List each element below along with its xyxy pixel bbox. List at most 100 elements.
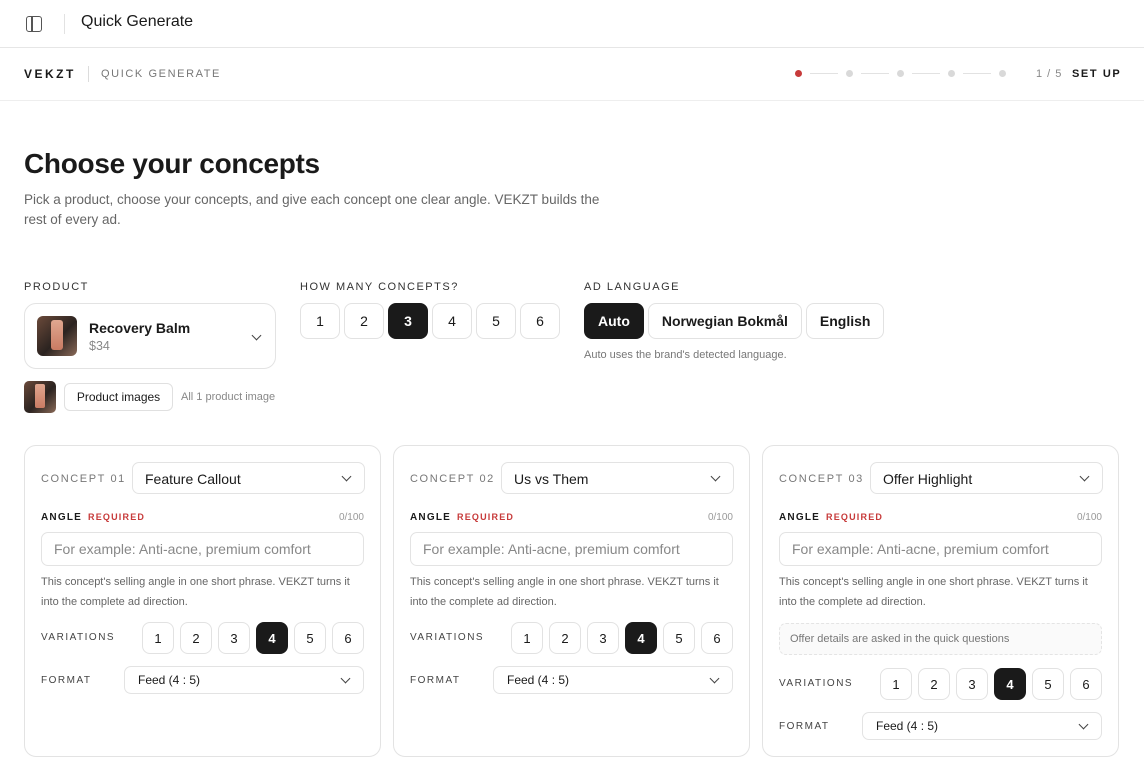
step-connector — [963, 73, 991, 74]
concept-type-select[interactable]: Feature Callout — [132, 462, 365, 494]
variations-label: VARIATIONS — [410, 632, 485, 643]
concept-card-3: CONCEPT 03 Offer Highlight ANGLE REQUIRED… — [762, 445, 1119, 757]
ad-language-note: Auto uses the brand's detected language. — [584, 349, 787, 361]
variation-option[interactable]: 6 — [332, 622, 364, 654]
variation-option[interactable]: 1 — [142, 622, 174, 654]
concept-card-1: CONCEPT 01 Feature Callout ANGLE REQUIRED… — [24, 445, 381, 757]
variation-option[interactable]: 2 — [918, 668, 950, 700]
variation-option[interactable]: 2 — [549, 622, 581, 654]
concept-count-option[interactable]: 1 — [300, 303, 340, 339]
chevron-down-icon — [340, 673, 351, 684]
product-name: Recovery Balm — [89, 320, 191, 336]
chevron-down-icon — [709, 673, 720, 684]
required-badge: REQUIRED — [457, 512, 515, 522]
variation-option-selected[interactable]: 4 — [256, 622, 288, 654]
angle-help-text: This concept's selling angle in one shor… — [41, 576, 350, 608]
divider — [88, 66, 89, 82]
variation-option[interactable]: 1 — [511, 622, 543, 654]
char-count: 0/100 — [1076, 512, 1102, 523]
product-images-note: All 1 product image — [181, 391, 276, 403]
variations-selector: 1 2 3 4 5 6 — [880, 668, 1102, 700]
step-connector — [861, 73, 889, 74]
window-title: Quick Generate — [81, 13, 194, 30]
angle-label-text: ANGLE — [410, 512, 451, 523]
product-thumbnail — [37, 316, 77, 356]
format-label: FORMAT — [410, 675, 461, 686]
language-option-english[interactable]: English — [805, 303, 885, 339]
required-badge: REQUIRED — [826, 512, 884, 522]
step-label: SET UP — [1072, 68, 1122, 80]
required-badge: REQUIRED — [88, 512, 146, 522]
product-select[interactable]: Recovery Balm $34 — [24, 303, 276, 369]
language-option-auto[interactable]: Auto — [584, 303, 644, 339]
chevron-down-icon — [251, 330, 262, 341]
concept-count-option-selected[interactable]: 3 — [388, 303, 428, 339]
angle-label-text: ANGLE — [41, 512, 82, 523]
step-counter: 1 / 5 — [1036, 68, 1063, 80]
angle-label: ANGLE REQUIRED — [410, 512, 514, 523]
format-label: FORMAT — [779, 721, 830, 732]
format-select[interactable]: Feed (4 : 5) — [124, 666, 364, 694]
chevron-down-icon — [710, 471, 721, 482]
chevron-down-icon — [1079, 471, 1090, 482]
angle-label-text: ANGLE — [779, 512, 820, 523]
variation-option[interactable]: 5 — [663, 622, 695, 654]
product-label: PRODUCT — [24, 281, 89, 293]
concept-number: CONCEPT 02 — [410, 473, 495, 485]
ad-language-label: AD LANGUAGE — [584, 281, 680, 293]
angle-help-text: This concept's selling angle in one shor… — [779, 576, 1088, 608]
product-image-thumbnail[interactable] — [24, 381, 56, 413]
variation-option[interactable]: 6 — [701, 622, 733, 654]
ad-language-selector: Auto Norwegian Bokmål English — [584, 303, 885, 339]
chevron-down-icon — [1078, 719, 1089, 730]
variations-selector: 1 2 3 4 5 6 — [142, 622, 364, 654]
concept-type-value: Feature Callout — [145, 471, 241, 487]
brand-logo: VEKZT — [24, 67, 76, 81]
section-name: QUICK GENERATE — [101, 68, 221, 80]
angle-label: ANGLE REQUIRED — [779, 512, 883, 523]
variation-option[interactable]: 5 — [1032, 668, 1064, 700]
angle-input[interactable] — [779, 532, 1102, 566]
format-label: FORMAT — [41, 675, 92, 686]
step-dot-3 — [897, 70, 904, 77]
angle-input[interactable] — [410, 532, 733, 566]
step-progress — [795, 70, 1006, 77]
step-dot-5 — [999, 70, 1006, 77]
variation-option[interactable]: 1 — [880, 668, 912, 700]
concept-count-label: HOW MANY CONCEPTS? — [300, 281, 459, 293]
angle-input[interactable] — [41, 532, 364, 566]
variation-option[interactable]: 5 — [294, 622, 326, 654]
product-images-button[interactable]: Product images — [64, 383, 173, 411]
page-description: Pick a product, choose your concepts, an… — [24, 192, 600, 227]
page-title: Choose your concepts — [24, 148, 320, 179]
variation-option[interactable]: 3 — [956, 668, 988, 700]
concept-number: CONCEPT 03 — [779, 473, 864, 485]
concept-count-option[interactable]: 2 — [344, 303, 384, 339]
format-select[interactable]: Feed (4 : 5) — [862, 712, 1102, 740]
concept-count-option[interactable]: 5 — [476, 303, 516, 339]
char-count: 0/100 — [707, 512, 733, 523]
variation-option[interactable]: 3 — [218, 622, 250, 654]
wizard-header: VEKZT QUICK GENERATE 1 / 5 SET UP — [0, 48, 1144, 101]
format-value: Feed (4 : 5) — [876, 719, 939, 733]
angle-label: ANGLE REQUIRED — [41, 512, 145, 523]
variations-label: VARIATIONS — [779, 678, 854, 689]
concept-type-select[interactable]: Us vs Them — [501, 462, 734, 494]
format-select[interactable]: Feed (4 : 5) — [493, 666, 733, 694]
sidebar-toggle-icon[interactable] — [26, 16, 42, 32]
language-option-norwegian[interactable]: Norwegian Bokmål — [647, 303, 802, 339]
variation-option-selected[interactable]: 4 — [994, 668, 1026, 700]
variation-option-selected[interactable]: 4 — [625, 622, 657, 654]
step-dot-4 — [948, 70, 955, 77]
step-dot-2 — [846, 70, 853, 77]
variation-option[interactable]: 2 — [180, 622, 212, 654]
top-bar: Quick Generate — [0, 0, 1144, 48]
step-dot-1 — [795, 70, 802, 77]
variation-option[interactable]: 6 — [1070, 668, 1102, 700]
variation-option[interactable]: 3 — [587, 622, 619, 654]
concept-count-option[interactable]: 6 — [520, 303, 560, 339]
concept-count-option[interactable]: 4 — [432, 303, 472, 339]
product-price: $34 — [89, 339, 110, 353]
concept-type-value: Offer Highlight — [883, 471, 973, 487]
concept-type-select[interactable]: Offer Highlight — [870, 462, 1103, 494]
